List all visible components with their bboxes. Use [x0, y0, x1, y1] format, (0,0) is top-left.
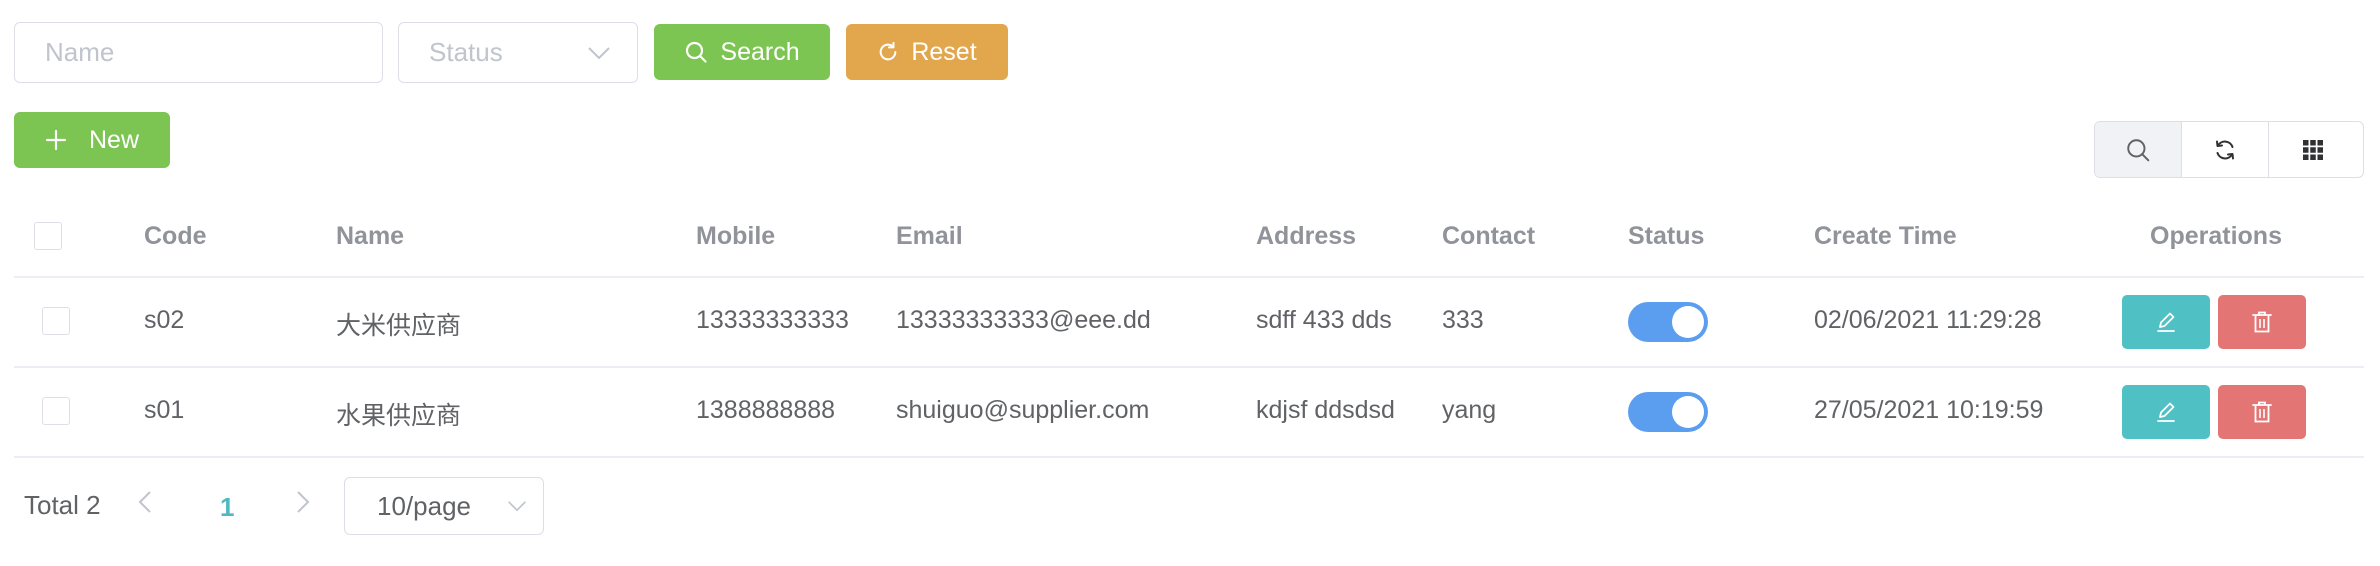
edit-button[interactable]	[2122, 385, 2210, 439]
chevron-down-icon	[588, 46, 610, 59]
edit-icon	[2157, 312, 2175, 332]
column-header-create-time[interactable]: Create Time	[1814, 222, 1957, 251]
delete-icon	[2252, 311, 2272, 333]
cell-create-time: 02/06/2021 11:29:28	[1814, 306, 2042, 334]
status-select[interactable]: Status	[398, 22, 638, 83]
cell-email: 13333333333@eee.dd	[896, 306, 1151, 334]
new-button-label: New	[88, 125, 139, 154]
search-icon	[686, 41, 707, 63]
plus-icon	[45, 129, 67, 151]
refresh-icon	[2216, 140, 2234, 159]
name-input-placeholder: Name	[45, 37, 115, 67]
pagination-prev-button[interactable]	[138, 490, 162, 520]
pagination-total: Total 2	[24, 490, 101, 520]
cell-contact: 333	[1442, 306, 1484, 334]
cell-address: kdjsf ddsdsd	[1256, 396, 1395, 424]
cell-name: 大米供应商	[336, 312, 462, 340]
search-button[interactable]: Search	[654, 24, 830, 80]
cell-address: sdff 433 dds	[1256, 306, 1392, 334]
toolbar-refresh-button[interactable]	[2182, 122, 2269, 177]
row-checkbox[interactable]	[42, 397, 70, 425]
column-header-address[interactable]: Address	[1256, 222, 1356, 251]
toolbar-columns-button[interactable]	[2269, 122, 2356, 177]
pagination-next-button[interactable]	[296, 490, 320, 520]
cell-create-time: 27/05/2021 10:19:59	[1814, 396, 2044, 424]
status-toggle-knob	[1672, 396, 1704, 428]
status-toggle-knob	[1672, 306, 1704, 338]
chevron-down-icon	[508, 501, 526, 512]
column-header-mobile[interactable]: Mobile	[696, 222, 775, 251]
edit-button[interactable]	[2122, 295, 2210, 349]
name-input[interactable]: Name	[14, 22, 383, 83]
delete-icon	[2252, 401, 2272, 423]
status-toggle[interactable]	[1628, 392, 1708, 432]
column-header-status[interactable]: Status	[1628, 222, 1704, 251]
column-header-code[interactable]: Code	[144, 222, 207, 251]
cell-email: shuiguo@supplier.com	[896, 396, 1150, 424]
status-toggle[interactable]	[1628, 302, 1708, 342]
reset-button-label: Reset	[911, 37, 977, 66]
refresh-icon	[880, 41, 897, 61]
new-button[interactable]: New	[14, 112, 170, 168]
row-divider	[14, 456, 2364, 458]
pagination-page-current[interactable]: 1	[220, 492, 234, 523]
cell-contact: yang	[1442, 396, 1497, 424]
column-header-email[interactable]: Email	[896, 222, 963, 251]
reset-button[interactable]: Reset	[846, 24, 1008, 80]
row-checkbox[interactable]	[42, 307, 70, 335]
page-size-select[interactable]: 10/page	[344, 477, 544, 535]
cell-name: 水果供应商	[336, 402, 462, 430]
toolbar-search-button[interactable]	[2095, 122, 2182, 177]
grid-icon	[2302, 139, 2323, 160]
select-all-checkbox[interactable]	[34, 222, 62, 250]
status-select-placeholder: Status	[429, 37, 503, 67]
page-size-value: 10/page	[377, 490, 471, 521]
cell-mobile: 13333333333	[696, 306, 849, 334]
delete-button[interactable]	[2218, 295, 2306, 349]
chevron-left-icon	[138, 491, 151, 513]
cell-code: s01	[144, 396, 185, 424]
table-toolbar	[2094, 121, 2364, 178]
edit-icon	[2157, 402, 2175, 422]
delete-button[interactable]	[2218, 385, 2306, 439]
cell-mobile: 1388888888	[696, 396, 836, 424]
search-icon	[2127, 138, 2150, 161]
search-button-label: Search	[720, 37, 800, 66]
cell-code: s02	[144, 306, 185, 334]
column-header-contact[interactable]: Contact	[1442, 222, 1535, 251]
column-header-name[interactable]: Name	[336, 222, 404, 251]
chevron-right-icon	[297, 491, 310, 513]
column-header-operations: Operations	[2150, 222, 2282, 250]
